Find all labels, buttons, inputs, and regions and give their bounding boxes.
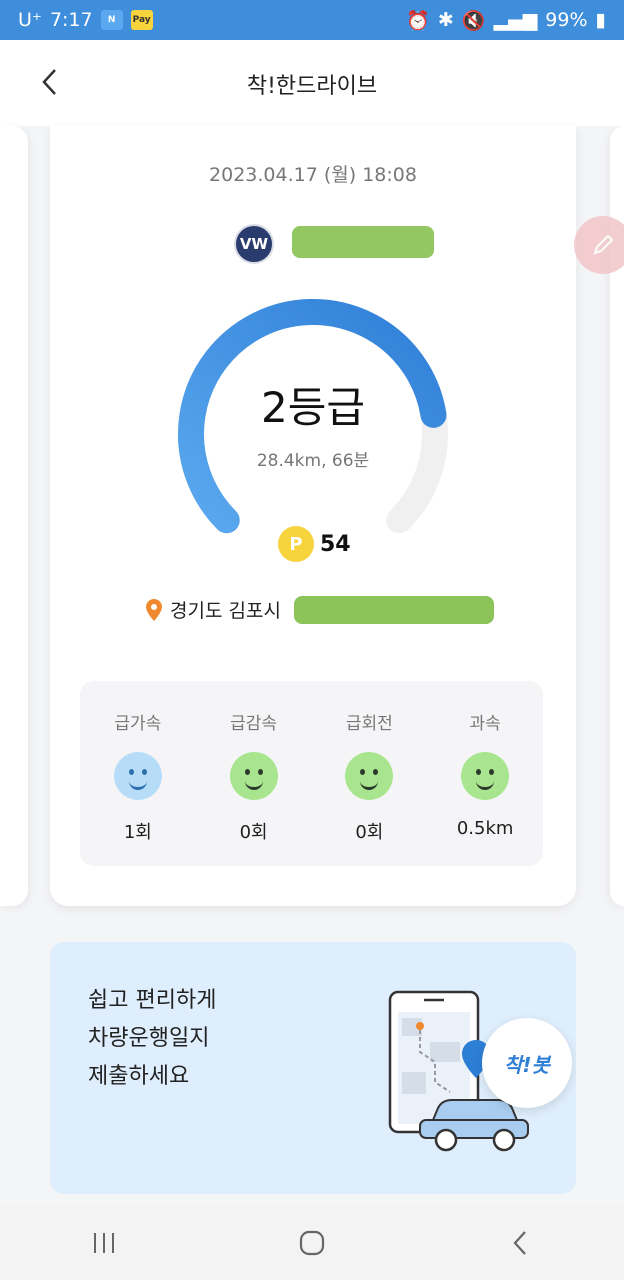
location-text: 경기도 김포시 — [170, 600, 281, 622]
bluetooth-icon: ✱ — [437, 9, 454, 31]
status-right: ⏰ ✱ 🔇 ▂▄▆ 99% ▮ — [406, 9, 606, 32]
banner-text: 쉽고 편리하게 차량운행일지 제출하세요 — [88, 982, 216, 1096]
recent-apps-button[interactable] — [74, 1218, 134, 1268]
recent-apps-icon — [94, 1233, 114, 1253]
banner-line: 쉽고 편리하게 — [88, 988, 217, 1013]
trip-card: 2023.04.17 (월) 18:08 VW 2등급 28.4km, 66분 … — [50, 126, 576, 906]
home-button[interactable] — [282, 1218, 342, 1268]
points-value: 54 — [320, 531, 351, 557]
location-pin-icon — [146, 598, 162, 621]
grade-value: 2등급 — [260, 383, 365, 432]
stat-rapid-deceleration: 급감속 0회 — [196, 681, 312, 866]
mute-icon: 🔇 — [461, 9, 486, 32]
vehicle-brand-logo: VW — [234, 224, 274, 264]
trip-summary: 28.4km, 66분 — [256, 451, 370, 471]
driving-stats: 급가속 1회 급감속 0회 급회전 0회 과속 0.5km — [80, 681, 543, 866]
stat-rapid-acceleration: 급가속 1회 — [80, 681, 196, 866]
stat-label: 과속 — [469, 714, 501, 734]
stat-value: 0.5km — [456, 818, 514, 839]
home-icon — [299, 1230, 325, 1256]
stat-sharp-turn: 급회전 0회 — [312, 681, 428, 866]
stat-label: 급감속 — [230, 714, 278, 734]
smiley-face-icon — [229, 752, 278, 800]
stat-value: 0회 — [355, 822, 384, 843]
stat-value: 1회 — [123, 822, 152, 843]
n-app-icon: N — [100, 10, 123, 30]
edit-floating-button[interactable] — [574, 216, 624, 274]
smiley-face-icon — [345, 752, 394, 800]
stat-value: 0회 — [239, 822, 268, 843]
system-nav-bar — [0, 1206, 624, 1280]
signal-icon: ▂▄▆ — [493, 9, 538, 31]
stat-speeding: 과속 0.5km — [427, 681, 543, 866]
points-display: P 54 — [278, 526, 351, 562]
stat-label: 급회전 — [345, 714, 393, 734]
alarm-icon: ⏰ — [406, 9, 430, 32]
pencil-icon — [593, 234, 614, 255]
chakbot-badge: 착!봇 — [482, 1018, 572, 1108]
redacted-address — [294, 596, 494, 624]
page-title: 착!한드라이브 — [246, 74, 378, 99]
pay-app-icon: Pay — [130, 10, 153, 30]
point-coin-icon: P — [278, 526, 314, 562]
back-icon — [513, 1231, 526, 1255]
banner-line: 제출하세요 — [88, 1064, 190, 1089]
logbook-promo-banner[interactable]: 쉽고 편리하게 차량운행일지 제출하세요 착!봇 — [50, 942, 576, 1194]
stat-label: 급가속 — [114, 714, 162, 734]
smiley-face-icon — [113, 752, 162, 800]
trip-datetime: 2023.04.17 (월) 18:08 — [209, 164, 417, 186]
battery-label: 99% — [545, 9, 588, 31]
time-label: 7:17 — [49, 9, 93, 31]
status-left: U⁺ 7:17 N Pay — [18, 9, 153, 31]
app-bar: 착!한드라이브 — [0, 40, 624, 126]
redacted-plate — [292, 226, 434, 258]
smiley-face-icon — [461, 752, 510, 800]
banner-line: 차량운행일지 — [88, 1026, 210, 1051]
system-back-button[interactable] — [490, 1218, 550, 1268]
status-bar: U⁺ 7:17 N Pay ⏰ ✱ 🔇 ▂▄▆ 99% ▮ — [0, 0, 624, 40]
trip-location: 경기도 김포시 — [146, 596, 281, 623]
carrier-label: U⁺ — [18, 9, 42, 31]
previous-card-peek[interactable] — [0, 126, 28, 906]
battery-icon: ▮ — [595, 9, 606, 31]
